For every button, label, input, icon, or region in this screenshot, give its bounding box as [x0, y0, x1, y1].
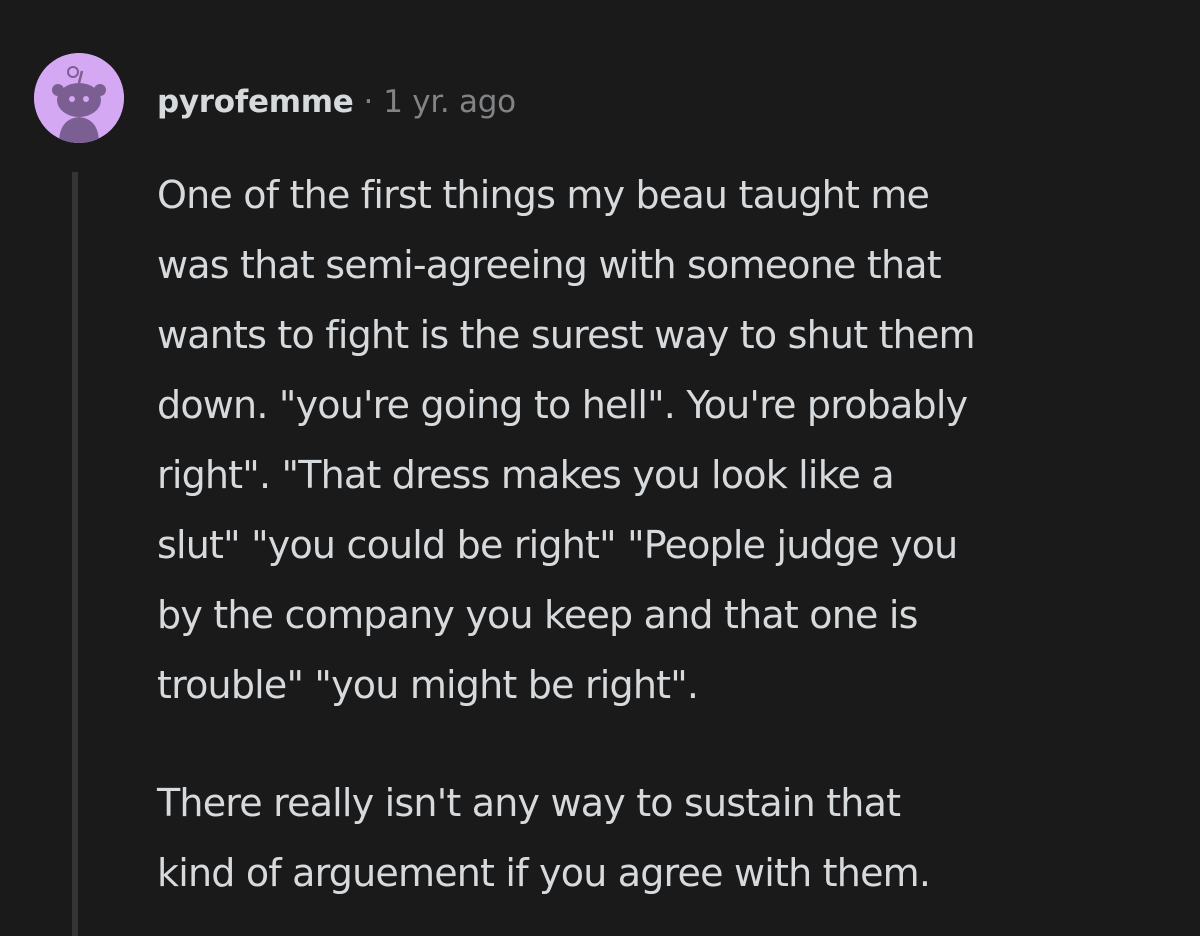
comment-body: One of the first things my beau taught m…: [157, 160, 1167, 908]
comment-text-line: wants to fight is the surest way to shut…: [157, 313, 976, 357]
comment-paragraph: One of the first things my beau taught m…: [157, 160, 1167, 720]
comment-meta: pyrofemme · 1 yr. ago: [157, 80, 516, 124]
comment-text-line: There really isn't any way to sustain th…: [157, 781, 901, 825]
comment-text-line: by the company you keep and that one is: [157, 593, 918, 637]
comment: pyrofemme · 1 yr. ago One of the first t…: [0, 0, 1200, 936]
comment-text-line: kind of arguement if you agree with them…: [157, 851, 931, 895]
comment-text-line: was that semi-agreeing with someone that: [157, 243, 942, 287]
comment-timestamp[interactable]: 1 yr. ago: [383, 80, 516, 124]
comment-text-line: slut" "you could be right" "People judge…: [157, 523, 958, 567]
username-link[interactable]: pyrofemme: [157, 80, 354, 124]
comment-text-line: One of the first things my beau taught m…: [157, 173, 930, 217]
comment-text-line: trouble" "you might be right".: [157, 663, 699, 707]
snoo-avatar-icon: [34, 53, 124, 143]
comment-paragraph: There really isn't any way to sustain th…: [157, 768, 1167, 908]
comment-text-line: right". "That dress makes you look like …: [157, 453, 895, 497]
thread-collapse-line[interactable]: [72, 172, 78, 936]
comment-text-line: down. "you're going to hell". You're pro…: [157, 383, 968, 427]
meta-separator: ·: [363, 84, 374, 120]
user-avatar[interactable]: [34, 53, 124, 143]
